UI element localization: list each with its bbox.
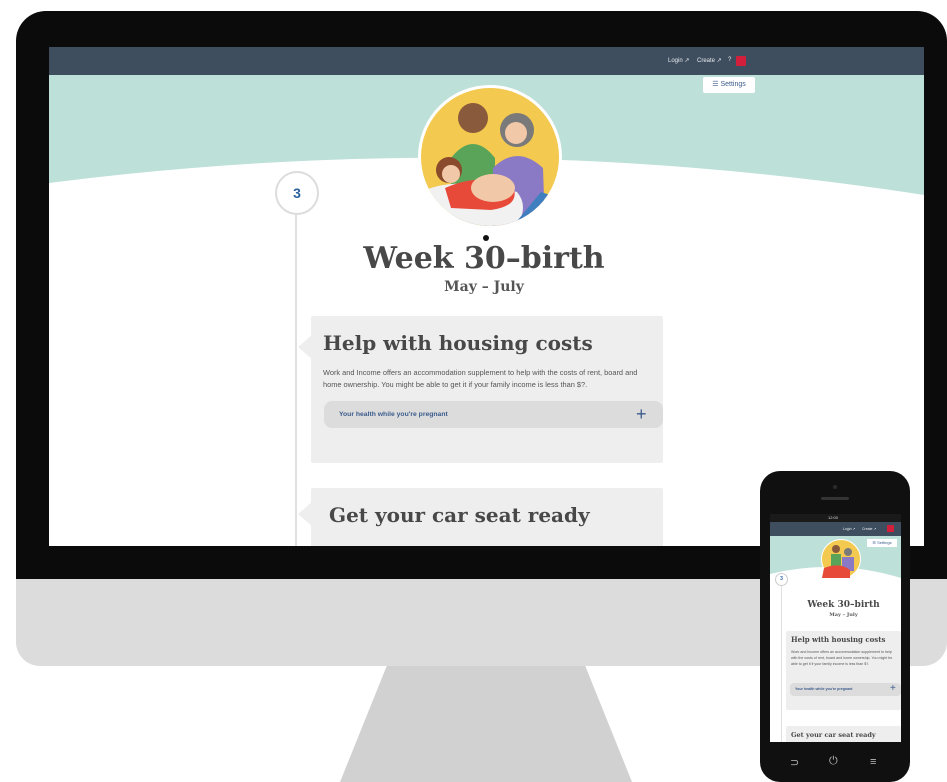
- mobile-settings-button[interactable]: ☰ Settings: [867, 539, 897, 547]
- card-pointer: [298, 502, 312, 526]
- phone-camera: [833, 485, 837, 489]
- card-body-text: Work and Income offers an accommodation …: [323, 368, 638, 389]
- mobile-page-title: Week 30–birth: [807, 600, 880, 610]
- card-pointer: [298, 335, 312, 359]
- mobile-create-link[interactable]: Create ↗: [862, 527, 876, 531]
- settings-button[interactable]: ☰ Settings: [703, 77, 755, 93]
- phone-menu-icon[interactable]: ≡: [870, 756, 876, 768]
- mobile-timeline-line: [781, 584, 782, 742]
- parents-scan-icon: [421, 103, 559, 226]
- accordion-health-pregnant[interactable]: Your health while you're pregnant +: [324, 401, 663, 428]
- page-title: Week 30–birth: [363, 241, 605, 276]
- accordion-label: Your health while you're pregnant: [339, 411, 448, 418]
- brand-logo-icon[interactable]: [736, 56, 746, 66]
- phone-status-bar: 12:00: [770, 514, 901, 522]
- mobile-step-number-badge: 3: [775, 573, 788, 586]
- mobile-accordion-label: Your health while you're pregnant: [795, 687, 853, 691]
- family-illustration: [418, 85, 562, 229]
- mobile-card-heading: Help with housing costs: [791, 635, 886, 644]
- mobile-login-link[interactable]: Login ↗: [843, 527, 855, 531]
- card-car-seat: Get your car seat ready: [311, 488, 663, 546]
- help-link[interactable]: ?: [728, 57, 731, 63]
- phone-back-icon[interactable]: ⊃: [790, 756, 799, 769]
- mobile-card-heading: Get your car seat ready: [791, 731, 876, 739]
- phone-clock: 12:00: [828, 515, 839, 520]
- card-housing-costs: Help with housing costs Work and Income …: [311, 316, 663, 463]
- mobile-screen: 12:00 Login ↗ Create ↗ ☰ Settings 3 Week…: [770, 514, 901, 742]
- mobile-accordion-health-pregnant[interactable]: Your health while you're pregnant +: [790, 683, 901, 696]
- mobile-top-bar: Login ↗ Create ↗: [770, 522, 901, 536]
- mobile-card-body-text: Work and Income offers an accommodation …: [791, 650, 893, 666]
- phone-power-icon[interactable]: ⏻: [829, 755, 838, 768]
- login-link[interactable]: Login ↗: [668, 57, 689, 64]
- mobile-expand-plus-icon[interactable]: +: [890, 683, 896, 694]
- mobile-brand-logo-icon[interactable]: [887, 525, 894, 532]
- create-link[interactable]: Create ↗: [697, 57, 722, 64]
- mobile-card-car-seat: Get your car seat ready: [786, 726, 901, 742]
- mobile-family-illustration: [821, 539, 861, 579]
- monitor-stand: [340, 666, 632, 782]
- top-navigation-bar: Login ↗ Create ↗ ?: [49, 47, 924, 75]
- mobile-page-subtitle: May – July: [829, 612, 858, 618]
- step-number-badge: 3: [275, 171, 319, 215]
- expand-plus-icon[interactable]: +: [636, 404, 647, 425]
- page-subtitle: May – July: [444, 279, 524, 295]
- mobile-parents-scan-icon: [822, 545, 854, 578]
- phone-speaker: [821, 497, 849, 500]
- timeline-line: [295, 207, 297, 546]
- mobile-card-housing-costs: Help with housing costs Work and Income …: [786, 631, 901, 710]
- card-heading: Get your car seat ready: [329, 503, 590, 527]
- card-heading: Help with housing costs: [323, 331, 593, 355]
